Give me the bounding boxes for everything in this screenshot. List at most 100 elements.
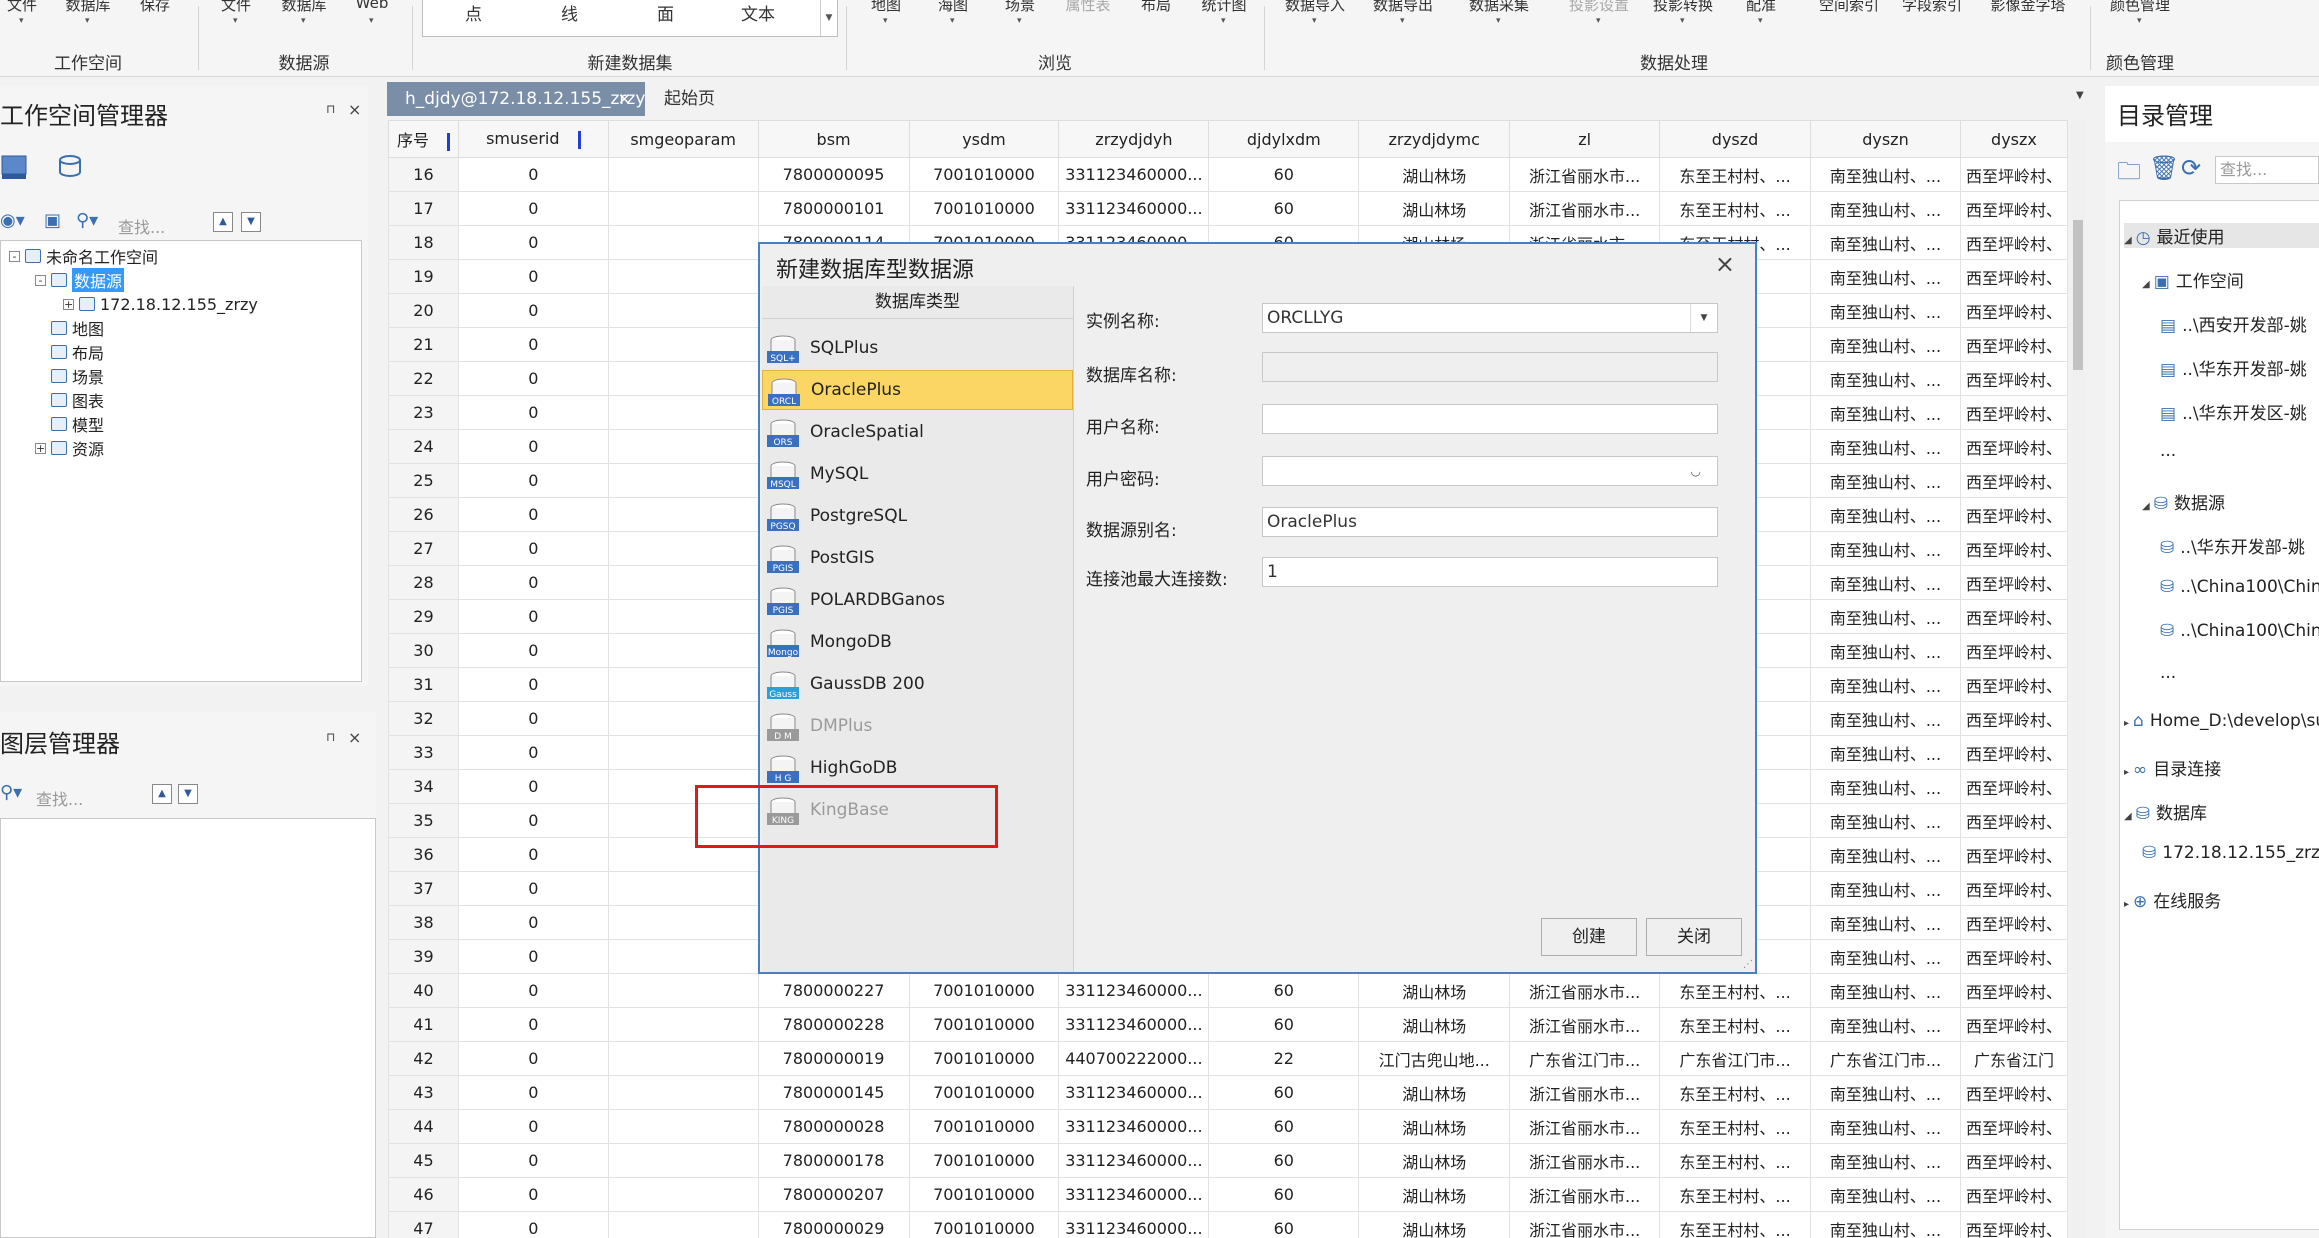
create-button[interactable]: 创建 xyxy=(1541,918,1637,956)
table-cell[interactable]: 0 xyxy=(457,259,609,294)
collapse-icon[interactable]: ◢ xyxy=(2124,235,2132,246)
ribbon-command-button[interactable]: 数据库 xyxy=(281,0,326,15)
table-cell[interactable] xyxy=(607,565,759,600)
table-cell[interactable]: 0 xyxy=(457,667,609,702)
ribbon-command-button[interactable]: 空间索引 xyxy=(1819,0,1879,15)
table-cell[interactable] xyxy=(607,1075,759,1110)
alias-field[interactable]: OraclePlus xyxy=(1262,507,1718,537)
catalog-tree-item[interactable]: ◢ ◷ 最近使用 xyxy=(2124,223,2319,248)
collapse-icon[interactable]: - xyxy=(9,250,20,262)
table-cell[interactable]: 西至坪岭村、 xyxy=(1959,633,2068,668)
table-cell[interactable]: 60 xyxy=(1208,1075,1360,1110)
table-cell[interactable]: 南至独山村、... xyxy=(1810,735,1961,770)
catalog-tree-item[interactable]: ▤ ..\华东开发区-姚 xyxy=(2160,399,2307,424)
catalog-tree-item[interactable]: ◢ ▣ 工作空间 xyxy=(2142,267,2244,292)
table-cell[interactable] xyxy=(607,1041,759,1076)
table-cell[interactable]: 南至独山村、... xyxy=(1810,191,1961,226)
table-cell[interactable]: 0 xyxy=(457,599,609,634)
column-header[interactable]: bsm xyxy=(757,120,910,158)
datasource-toolbar-icon[interactable] xyxy=(0,152,30,182)
table-cell[interactable]: 0 xyxy=(457,1109,609,1144)
table-cell[interactable]: 7800000019 xyxy=(757,1041,910,1076)
table-cell[interactable] xyxy=(607,531,759,566)
table-cell[interactable]: 331123460000... xyxy=(1058,1109,1210,1144)
db-type-highgodb[interactable]: H G HighGoDB xyxy=(762,748,1073,788)
table-cell[interactable]: 0 xyxy=(457,871,609,906)
table-cell[interactable]: 东至王村村、... xyxy=(1659,1143,1811,1178)
table-cell[interactable]: 西至坪岭村、 xyxy=(1959,327,2068,362)
table-cell[interactable]: 0 xyxy=(457,633,609,668)
catalog-tree-item[interactable]: ▸ ⌂ Home_D:\develop\su xyxy=(2124,711,2319,731)
table-cell[interactable]: 7001010000 xyxy=(908,1143,1060,1178)
move-down-icon[interactable]: ▼ xyxy=(241,212,261,232)
ribbon-command-button[interactable]: 投影设置 xyxy=(1569,0,1629,15)
table-cell[interactable]: 7001010000 xyxy=(908,1075,1060,1110)
catalog-tree-item[interactable]: ▤ ..\西安开发部-姚 xyxy=(2160,311,2307,336)
table-cell[interactable]: 西至坪岭村、 xyxy=(1959,1075,2068,1110)
chevron-down-icon[interactable]: ▾ xyxy=(233,16,238,26)
ribbon-command-button[interactable]: 数据采集 xyxy=(1469,0,1529,15)
row-index-cell[interactable]: 31 xyxy=(388,667,459,702)
catalog-tree-item[interactable]: ▸ ⊕ 在线服务 xyxy=(2124,887,2221,912)
table-cell[interactable] xyxy=(607,735,759,770)
table-cell[interactable] xyxy=(607,1007,759,1042)
row-index-cell[interactable]: 44 xyxy=(388,1109,459,1144)
table-cell[interactable]: 7001010000 xyxy=(908,1041,1060,1076)
table-cell[interactable]: 西至坪岭村、 xyxy=(1959,769,2068,804)
row-index-cell[interactable]: 20 xyxy=(388,293,459,328)
db-type-mysql[interactable]: MSQL MySQL xyxy=(762,454,1073,494)
table-cell[interactable]: 7001010000 xyxy=(908,1211,1060,1238)
table-cell[interactable]: 南至独山村、... xyxy=(1810,973,1961,1008)
table-cell[interactable]: 南至独山村、... xyxy=(1810,769,1961,804)
row-index-cell[interactable]: 45 xyxy=(388,1143,459,1178)
table-cell[interactable]: 南至独山村、... xyxy=(1810,1075,1961,1110)
user-name-field[interactable] xyxy=(1262,404,1718,434)
table-cell[interactable]: 0 xyxy=(457,191,609,226)
catalog-tree-item[interactable]: ◢ ⛁ 数据库 xyxy=(2124,799,2207,824)
column-resize-marker[interactable] xyxy=(446,132,450,151)
ribbon-command-button[interactable]: 场景 xyxy=(1005,0,1035,15)
instance-name-combobox[interactable]: ORCLLYG ▼ xyxy=(1262,303,1718,333)
table-row[interactable]: 41 0 7800000228 7001010000 331123460000... 60… xyxy=(388,1007,2068,1042)
table-cell[interactable]: 7800000029 xyxy=(757,1211,910,1238)
column-header[interactable]: smuserid xyxy=(457,120,609,158)
table-cell[interactable]: 7800000178 xyxy=(757,1143,910,1178)
table-cell[interactable]: 0 xyxy=(457,497,609,532)
table-cell[interactable]: 331123460000... xyxy=(1058,1075,1210,1110)
table-cell[interactable]: 浙江省丽水市... xyxy=(1509,973,1661,1008)
ribbon-command-button[interactable]: 投影转换 xyxy=(1653,0,1713,15)
table-cell[interactable]: 东至王村村、... xyxy=(1659,1007,1811,1042)
db-type-oracleplus[interactable]: ORCL OraclePlus xyxy=(762,370,1073,410)
table-cell[interactable]: 7001010000 xyxy=(908,1177,1060,1212)
table-cell[interactable]: 西至坪岭村、 xyxy=(1959,1177,2068,1212)
column-header[interactable]: smgeoparam xyxy=(607,120,759,158)
table-cell[interactable]: 0 xyxy=(457,1041,609,1076)
table-cell[interactable]: 西至坪岭村、 xyxy=(1959,429,2068,464)
table-cell[interactable]: 浙江省丽水市... xyxy=(1509,1075,1661,1110)
table-cell[interactable]: 西至坪岭村、 xyxy=(1959,361,2068,396)
table-cell[interactable]: 南至独山村、... xyxy=(1810,225,1961,260)
table-cell[interactable]: 7800000101 xyxy=(757,191,910,226)
table-cell[interactable]: 7001010000 xyxy=(908,191,1060,226)
ribbon-command-button[interactable]: 文件 xyxy=(221,0,251,15)
table-cell[interactable]: 西至坪岭村、 xyxy=(1959,157,2068,192)
collapse-icon[interactable]: ◢ xyxy=(2142,279,2150,290)
table-cell[interactable]: 0 xyxy=(457,1143,609,1178)
table-cell[interactable] xyxy=(607,939,759,974)
table-cell[interactable]: 331123460000... xyxy=(1058,973,1210,1008)
table-cell[interactable]: 0 xyxy=(457,1075,609,1110)
table-cell[interactable]: 南至独山村、... xyxy=(1810,939,1961,974)
table-cell[interactable]: 东至王村村、... xyxy=(1659,1109,1811,1144)
row-index-cell[interactable]: 22 xyxy=(388,361,459,396)
table-cell[interactable]: 南至独山村、... xyxy=(1810,871,1961,906)
row-index-cell[interactable]: 18 xyxy=(388,225,459,260)
table-cell[interactable]: 南至独山村、... xyxy=(1810,361,1961,396)
table-cell[interactable]: 西至坪岭村、 xyxy=(1959,973,2068,1008)
chevron-down-icon[interactable]: ▾ xyxy=(369,16,374,26)
table-cell[interactable]: 60 xyxy=(1208,1007,1360,1042)
row-index-cell[interactable]: 16 xyxy=(388,157,459,192)
chevron-down-icon[interactable]: ▾ xyxy=(1680,16,1685,26)
table-cell[interactable]: 南至独山村、... xyxy=(1810,633,1961,668)
table-cell[interactable] xyxy=(607,667,759,702)
close-button[interactable]: 关闭 xyxy=(1646,918,1742,956)
